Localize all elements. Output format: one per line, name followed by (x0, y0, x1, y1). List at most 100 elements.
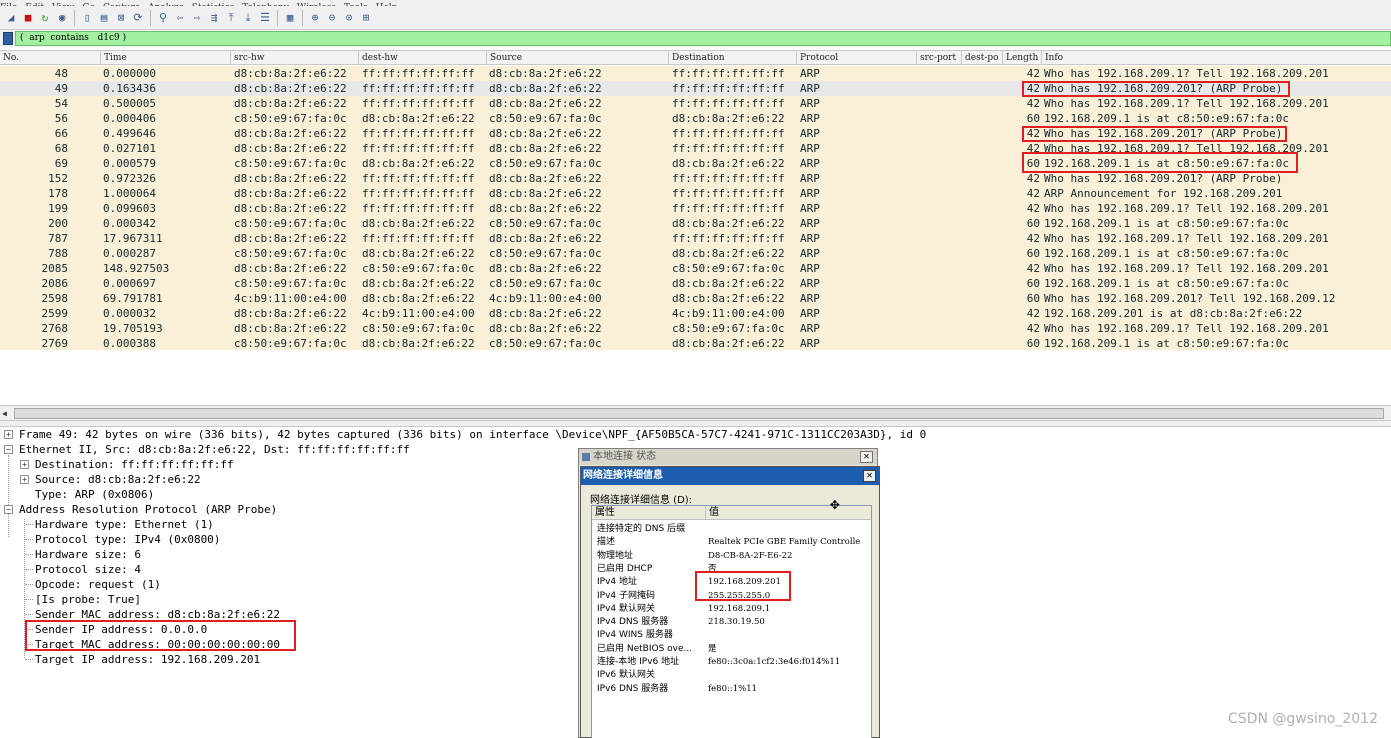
packet-cell-dest-hw: d8:cb:8a:2f:e6:22 (362, 112, 475, 125)
packet-row[interactable]: 48 0.000000 d8:cb:8a:2f:e6:22 ff:ff:ff:ff:f… (0, 66, 1391, 81)
packet-cell-info: 192.168.209.1 is at c8:50:e9:67:fa:0c (1044, 277, 1290, 290)
packet-row[interactable]: 787 17.967311 d8:cb:8a:2f:e6:22 ff:ff:ff:ff… (0, 231, 1391, 246)
packet-cell-time: 0.000032 (103, 307, 156, 320)
property-value: D8-CB-8A-2F-E6-22 (708, 550, 793, 561)
packet-row[interactable]: 2769 0.000388 c8:50:e9:67:fa:0c d8:cb:8a:2f… (0, 336, 1391, 351)
packet-cell-dest-hw: ff:ff:ff:ff:ff:ff (362, 187, 475, 200)
listview-row[interactable]: 描述 Realtek PCIe GBE Family Controlle (592, 536, 871, 549)
listview-row[interactable]: IPv6 默认网关 (592, 669, 871, 682)
restart-capture-icon[interactable]: ↻ (37, 9, 53, 27)
details-listview[interactable]: 属性 值 连接特定的 DNS 后缀 描述 Realtek PCIe GBE Fami… (591, 505, 872, 738)
column-header-src-hw[interactable]: src-hw (231, 51, 359, 65)
column-header-source[interactable]: Source (487, 51, 669, 65)
reload-icon[interactable]: ⟳ (130, 9, 146, 27)
tree-eth-type[interactable]: Type: ARP (0x0806) (35, 487, 154, 502)
column-header-length[interactable]: Length (1003, 51, 1042, 65)
packet-cell-destination: ff:ff:ff:ff:ff:ff (672, 142, 785, 155)
tree-arp-field[interactable]: Target IP address: 192.168.209.201 (35, 652, 260, 667)
expand-icon[interactable]: + (20, 460, 29, 469)
column-header-dest-port[interactable]: dest-po (962, 51, 1003, 65)
horizontal-scrollbar[interactable]: ◀ (0, 405, 1391, 421)
listview-row[interactable]: 物理地址 D8-CB-8A-2F-E6-22 (592, 550, 871, 563)
column-header-protocol[interactable]: Protocol (797, 51, 917, 65)
go-last-icon[interactable]: ⤓ (240, 9, 256, 27)
zoom-normal-icon[interactable]: ⊙ (341, 9, 357, 27)
packet-row[interactable]: 2086 0.000697 c8:50:e9:67:fa:0c d8:cb:8a:2f… (0, 276, 1391, 291)
collapse-icon[interactable]: − (4, 505, 13, 514)
tree-arp-field[interactable]: Hardware type: Ethernet (1) (35, 517, 214, 532)
save-file-icon[interactable]: ▤ (96, 9, 112, 27)
packet-row[interactable]: 54 0.500005 d8:cb:8a:2f:e6:22 ff:ff:ff:ff:f… (0, 96, 1391, 111)
stop-capture-icon[interactable]: ■ (20, 9, 36, 27)
capture-options-icon[interactable]: ◉ (54, 9, 70, 27)
packet-row[interactable]: 2768 19.705193 d8:cb:8a:2f:e6:22 c8:50:e9:6… (0, 321, 1391, 336)
open-file-icon[interactable]: ▯ (79, 9, 95, 27)
column-header-src-port[interactable]: src-port (917, 51, 962, 65)
packet-row[interactable]: 178 1.000064 d8:cb:8a:2f:e6:22 ff:ff:ff:ff:… (0, 186, 1391, 201)
listview-row[interactable]: 连接特定的 DNS 后缀 (592, 523, 871, 536)
column-header-property[interactable]: 属性 (592, 506, 706, 520)
shark-fin-icon[interactable]: ◢ (3, 9, 19, 27)
scroll-left-icon[interactable]: ◀ (2, 408, 12, 419)
packet-cell-src-hw: d8:cb:8a:2f:e6:22 (234, 67, 347, 80)
tree-arp-field[interactable]: [Is probe: True] (35, 592, 141, 607)
resize-columns-icon[interactable]: ⊞ (358, 9, 374, 27)
listview-row[interactable]: IPv6 DNS 服务器 fe80::1%11 (592, 683, 871, 696)
packet-cell-protocol: ARP (800, 232, 820, 245)
listview-row[interactable]: IPv4 默认网关 192.168.209.1 (592, 603, 871, 616)
expand-icon[interactable]: + (20, 475, 29, 484)
move-cursor-icon: ✥ (830, 494, 840, 513)
column-header-dest-hw[interactable]: dest-hw (359, 51, 487, 65)
column-header-no[interactable]: No. (0, 51, 101, 65)
packet-cell-length: 42 (1026, 322, 1040, 335)
status-dialog-close-button[interactable]: ✕ (860, 451, 873, 463)
tree-arp-field[interactable]: Hardware size: 6 (35, 547, 141, 562)
packet-row[interactable]: 788 0.000287 c8:50:e9:67:fa:0c d8:cb:8a:2f:… (0, 246, 1391, 261)
packet-row[interactable]: 199 0.099603 d8:cb:8a:2f:e6:22 ff:ff:ff:ff:… (0, 201, 1391, 216)
tree-eth-destination-label: Destination: ff:ff:ff:ff:ff:ff (35, 458, 234, 471)
bookmark-icon[interactable] (3, 32, 13, 45)
tree-arp-field[interactable]: Opcode: request (1) (35, 577, 161, 592)
zoom-in-icon[interactable]: ⊕ (307, 9, 323, 27)
column-header-time[interactable]: Time (101, 51, 231, 65)
listview-row[interactable]: IPv4 WINS 服务器 (592, 629, 871, 642)
go-back-icon[interactable]: ⇦ (172, 9, 188, 27)
autoscroll-icon[interactable]: ☰ (257, 9, 273, 27)
packet-row[interactable]: 152 0.972326 d8:cb:8a:2f:e6:22 ff:ff:ff:ff:… (0, 171, 1391, 186)
column-header-info[interactable]: Info (1042, 51, 1391, 65)
go-first-icon[interactable]: ⤒ (223, 9, 239, 27)
display-filter-input[interactable]: ( arp contains d1c9 ) (15, 31, 1391, 46)
packet-cell-dest-hw: d8:cb:8a:2f:e6:22 (362, 337, 475, 350)
tree-arp-field[interactable]: Protocol size: 4 (35, 562, 141, 577)
packet-cell-protocol: ARP (800, 262, 820, 275)
collapse-icon[interactable]: − (4, 445, 13, 454)
go-forward-icon[interactable]: ⇨ (189, 9, 205, 27)
tree-arp-field[interactable]: Protocol type: IPv4 (0x0800) (35, 532, 220, 547)
packet-cell-source: d8:cb:8a:2f:e6:22 (489, 142, 602, 155)
close-file-icon[interactable]: ⊠ (113, 9, 129, 27)
packet-row[interactable]: 56 0.000406 c8:50:e9:67:fa:0c d8:cb:8a:2f:e… (0, 111, 1391, 126)
packet-row[interactable]: 2085 148.927503 d8:cb:8a:2f:e6:22 c8:50:e9:… (0, 261, 1391, 276)
property-name: 物理地址 (597, 550, 634, 561)
listview-row[interactable]: 连接-本地 IPv6 地址 fe80::3c0a:1cf2:3e46:f014%1… (592, 656, 871, 669)
packet-row[interactable]: 200 0.000342 c8:50:e9:67:fa:0c d8:cb:8a:2f:… (0, 216, 1391, 231)
packet-cell-info: 192.168.209.201 is at d8:cb:8a:2f:e6:22 (1044, 307, 1303, 320)
status-dialog-title-text: 本地连接 状态 (593, 451, 657, 462)
network-icon (582, 453, 590, 461)
display-filter-bar: ( arp contains d1c9 ) (0, 30, 1391, 47)
toolbar-separator (74, 9, 75, 26)
listview-row[interactable]: 已启用 NetBIOS ove... 是 (592, 643, 871, 656)
details-dialog-close-button[interactable]: ✕ (863, 470, 876, 482)
listview-row[interactable]: IPv4 DNS 服务器 218.30.19.50 (592, 616, 871, 629)
packet-cell-src-hw: d8:cb:8a:2f:e6:22 (234, 127, 347, 140)
colorize-icon[interactable]: ▦ (282, 9, 298, 27)
expand-icon[interactable]: + (4, 430, 13, 439)
zoom-out-icon[interactable]: ⊖ (324, 9, 340, 27)
column-header-destination[interactable]: Destination (669, 51, 797, 65)
packet-cell-dest-hw: c8:50:e9:67:fa:0c (362, 322, 475, 335)
scrollbar-thumb[interactable] (14, 408, 1384, 419)
packet-row[interactable]: 2599 0.000032 d8:cb:8a:2f:e6:22 4c:b9:11:00… (0, 306, 1391, 321)
go-to-packet-icon[interactable]: ⇶ (206, 9, 222, 27)
find-packet-icon[interactable]: ⚲ (155, 9, 171, 27)
packet-row[interactable]: 2598 69.791781 4c:b9:11:00:e4:00 d8:cb:8a:2… (0, 291, 1391, 306)
